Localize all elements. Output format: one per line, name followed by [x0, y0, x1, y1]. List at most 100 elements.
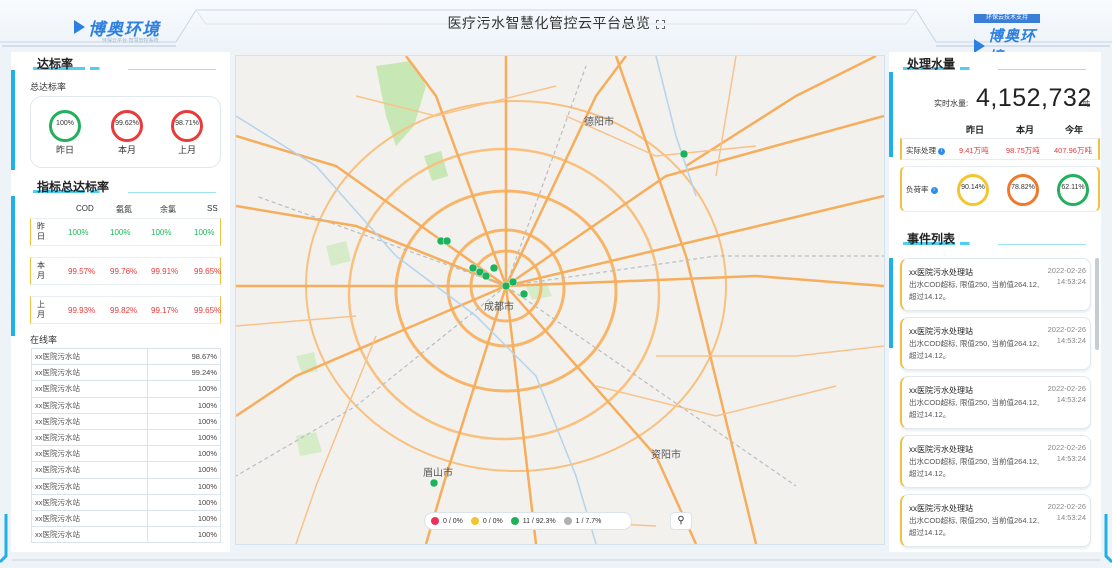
events-title-text: 事件列表 [907, 232, 956, 246]
gauge-value: 100% [56, 120, 74, 127]
table-row: xx医院污水站 100% [30, 380, 221, 398]
event-list-scrollbar[interactable] [1095, 258, 1099, 350]
water-section-title: 处理水量 [903, 55, 1086, 71]
indicator-row: 上月 99.93% 99.82% 99.17% 99.65% [30, 296, 221, 324]
table-row: xx医院污水站 98.67% [30, 347, 221, 366]
gauge-caption: 昨日 [55, 145, 74, 155]
indicator-header-chlorine: 余氯 [160, 205, 176, 214]
label-char: 月 [37, 271, 45, 280]
map-panel[interactable]: 德阳市 成都市 眉山市 资阳市 0 / 0% 0 / 0% 11 / 92.3% 1 … [235, 54, 885, 545]
station-marker[interactable] [519, 289, 529, 299]
event-time: 14:53:24 [1056, 395, 1086, 404]
left-accent-bar [11, 70, 15, 170]
actual-processing-text: 实际处理 [906, 146, 936, 155]
indicator-value: 100% [68, 228, 89, 237]
event-date: 2022-02-26 [1047, 443, 1086, 452]
map-canvas[interactable]: 德阳市 成都市 眉山市 资阳市 [235, 54, 885, 545]
total-rate-gauge: 100% [49, 110, 81, 142]
station-marker[interactable] [489, 263, 499, 273]
indicator-value: 100% [110, 228, 131, 237]
indicator-header-ammonia: 氨氮 [116, 205, 132, 214]
indicator-row: 本月 99.57% 99.76% 99.91% 99.65% [30, 257, 221, 285]
gauge-value: 78.82% [1011, 184, 1035, 191]
label-char: 昨 [37, 222, 45, 231]
event-title: xx医院污水处理站 [909, 386, 973, 395]
event-timestamp: 2022-02-26 14:53:24 [1048, 442, 1086, 464]
logo-left-subtitle: 环保云平台·智慧管控系统 [102, 38, 159, 44]
label-char: 日 [37, 232, 45, 241]
station-marker[interactable] [508, 277, 518, 287]
gauge-caption: 上月 [177, 145, 196, 155]
event-title: xx医院污水处理站 [909, 327, 973, 336]
actual-month-value: 98.75万吨 [1006, 146, 1040, 155]
event-time: 14:53:24 [1056, 336, 1086, 345]
event-card[interactable]: xx医院污水处理站出水COD超标, 限值250, 当前值264.12, 超过14… [900, 317, 1091, 370]
page-title: 医疗污水智慧化管控云平台总览 [0, 13, 1112, 33]
label-char: 上 [37, 300, 45, 309]
station-marker[interactable] [679, 149, 689, 159]
column-yesterday: 昨日 [966, 125, 985, 135]
station-marker[interactable] [442, 236, 452, 246]
online-rate-cell: 100% [147, 428, 221, 447]
station-marker[interactable] [468, 263, 478, 273]
event-timestamp: 2022-02-26 14:53:24 [1048, 383, 1086, 405]
table-row: xx医院污水站 100% [30, 428, 221, 447]
city-label-deyang: 德阳市 [584, 115, 614, 128]
page-title-text: 医疗污水智慧化管控云平台总览 [447, 15, 651, 31]
title-line [998, 244, 1086, 245]
event-card[interactable]: xx医院污水处理站 出水COD超标, 限值250, 当前值264.12, 超过14… [900, 258, 1091, 311]
event-timestamp: 2022-02-26 14:53:24 [1048, 324, 1086, 346]
station-marker[interactable] [429, 478, 439, 488]
online-rate-cell: 100% [147, 396, 221, 414]
right-accent-bar [889, 258, 893, 348]
station-marker[interactable] [501, 281, 511, 291]
info-icon[interactable]: i [938, 147, 945, 155]
online-rate-cell: 100% [147, 445, 221, 463]
events-section-title: 事件列表 [903, 230, 1086, 246]
header: 医疗污水智慧化管控云平台总览 博奥环境 环保云平台·智慧管控系统 环保云技术支持… [0, 0, 1112, 66]
station-name-cell: xx医院污水站 [30, 364, 149, 382]
station-name-cell: xx医院污水站 [30, 412, 149, 430]
station-name-cell: xx医院污水站 [30, 477, 149, 495]
indicator-row-label: 上月 [31, 300, 51, 320]
city-label-chengdu: 成都市 [484, 300, 514, 313]
indicator-title-text: 指标总达标率 [37, 180, 110, 194]
logo-right-tag: 环保云技术支持 [974, 14, 1040, 23]
fullscreen-icon[interactable] [655, 19, 665, 29]
event-card[interactable]: xx医院污水处理站 出水COD超标, 限值250, 当前值264.12, 超过14… [900, 435, 1091, 488]
title-line [128, 69, 216, 70]
event-date: 2022-02-26 [1047, 266, 1086, 275]
logo-left-text: 博奥环境 [88, 19, 160, 39]
indicator-value: 99.76% [110, 267, 138, 276]
load-rate-text: 负荷率 [906, 185, 929, 194]
indicator-header-cod: COD [76, 204, 94, 213]
indicator-value: 99.65% [194, 267, 222, 276]
left-accent-bar [11, 196, 15, 336]
right-accent-bar [889, 72, 893, 157]
bottom-frame [0, 514, 1112, 564]
actual-processing-label: 实际处理 i [906, 145, 945, 156]
indicator-row-label: 昨日 [31, 222, 51, 242]
load-rate-gauge: 90.14% [957, 174, 989, 206]
gauge-caption: 本月 [117, 145, 136, 155]
event-card[interactable]: xx医院污水处理站出水COD超标, 限值250, 当前值264.12, 超过14… [900, 376, 1091, 429]
event-description: 出水COD超标, 限值250, 当前值264.12, 超过14.12。 [909, 339, 1040, 360]
station-name-cell: xx医院污水站 [30, 380, 149, 398]
total-rate-gauge: 98.71% [171, 110, 203, 142]
water-title-text: 处理水量 [907, 57, 956, 71]
table-row: xx医院污水站 100% [30, 412, 221, 430]
label-char: 月 [37, 310, 45, 319]
load-rate-gauge: 78.82% [1007, 174, 1039, 206]
indicator-value: 99.17% [151, 306, 179, 315]
total-rate-label: 总达标率 [30, 82, 67, 92]
title-line [128, 192, 216, 193]
indicator-value: 100% [151, 228, 172, 237]
event-description: 出水COD超标, 限值250, 当前值264.12, 超过14.12。 [909, 398, 1040, 419]
event-description: 出水COD超标, 限值250, 当前值264.12, 超过14.12。 [909, 457, 1040, 478]
station-marker[interactable] [481, 271, 491, 281]
station-name-cell: xx医院污水站 [30, 347, 149, 366]
load-rate-label: 负荷率 i [906, 184, 938, 195]
info-icon[interactable]: i [930, 186, 938, 194]
actual-yesterday-value: 9.41万吨 [959, 146, 989, 155]
online-rate-cell: 100% [147, 477, 221, 495]
